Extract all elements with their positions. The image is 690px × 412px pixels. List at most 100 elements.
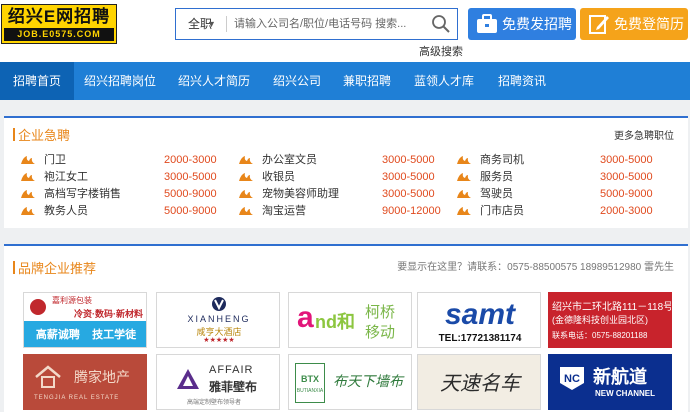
hot-flame-icon: [21, 156, 35, 164]
brand-logo-tengjia[interactable]: 腾家地产 TENGJIA REAL ESTATE: [23, 354, 147, 410]
logo-url: JOB.E0575.COM: [4, 28, 114, 41]
tile-company-name: samt: [444, 298, 516, 331]
job-title[interactable]: 办公室文员: [262, 152, 317, 169]
brand-logo-jindelong[interactable]: 绍兴市二环北路111－118号 (金德隆科技创业园北区) 联系电话：0575-8…: [548, 292, 672, 348]
post-resume-label: 免费登简历: [614, 16, 684, 32]
brand-logo-new-channel[interactable]: NC 新航道 NEW CHANNEL: [548, 354, 672, 410]
urgent-job-row[interactable]: 商务司机 3000-5000: [456, 152, 670, 169]
hot-flame-icon: [21, 190, 35, 198]
job-salary: 3000-5000: [382, 154, 435, 166]
brand-logo-tiansu[interactable]: 天速名车: [417, 354, 541, 410]
hot-flame-icon: [457, 207, 471, 215]
job-title[interactable]: 高档写字楼销售: [44, 186, 121, 203]
logo-text: 绍兴E网招聘: [7, 7, 111, 26]
search-divider: [226, 16, 227, 32]
tile-company-name: 新航道: [593, 367, 647, 387]
briefcase-icon: [477, 14, 497, 33]
nav-bluecollar[interactable]: 蓝领人才库: [402, 62, 486, 100]
tile-phone: 联系电话：0575-88201188: [552, 331, 648, 340]
tile-hiring-text: 高薪诚聘 技工学徒: [24, 321, 146, 347]
job-title[interactable]: 教务人员: [44, 203, 88, 220]
urgent-job-row[interactable]: 驾驶员 5000-9000: [456, 186, 670, 203]
house-icon: [35, 365, 61, 388]
main-nav: 招聘首页 绍兴招聘岗位 绍兴人才简历 绍兴公司 兼职招聘 蓝领人才库 招聘资讯: [0, 62, 690, 100]
nav-home[interactable]: 招聘首页: [0, 62, 74, 100]
urgent-job-row[interactable]: 收银员 3000-5000: [238, 169, 452, 186]
brand-logo-jialiyuan[interactable]: 嘉利源包装 冷资·数码·新材料 高薪诚聘 技工学徒: [23, 292, 147, 348]
edit-icon: [589, 15, 609, 34]
tile-tagline: NEW CHANNEL: [595, 389, 655, 398]
section-marker: [13, 261, 15, 274]
tile-company-name: 布天下墙布: [333, 373, 403, 389]
job-title[interactable]: 驾驶员: [480, 186, 513, 203]
hot-flame-icon: [239, 190, 253, 198]
tile-badge: BTX BUTIANXIA: [295, 363, 325, 403]
urgent-job-row[interactable]: 办公室文员 3000-5000: [238, 152, 452, 169]
section-marker: [13, 128, 15, 141]
job-salary: 3000-5000: [600, 154, 653, 166]
job-title[interactable]: 袍江女工: [44, 169, 88, 186]
job-title[interactable]: 商务司机: [480, 152, 524, 169]
xianheng-mark-icon: [212, 297, 226, 311]
brand-logo-affair[interactable]: AFFAIR 雅菲壁布 高端定制壁布领导者: [156, 354, 280, 410]
svg-text:NC: NC: [564, 373, 580, 385]
urgent-job-row[interactable]: 袍江女工 3000-5000: [20, 169, 234, 186]
page: 绍兴E网招聘 JOB.E0575.COM 全职 ▼ 高级搜索 免费发招聘: [0, 0, 690, 412]
urgent-jobs-panel: 企业急聘 更多急聘职位 门卫 2000-3000 袍江女工 3000-5000 高档写字…: [4, 116, 688, 228]
urgent-job-row[interactable]: 教务人员 5000-9000: [20, 203, 234, 220]
advertise-contact: 要显示在这里？请联系：0575-88500575 18989512980 雷先生: [397, 262, 674, 273]
job-salary: 2000-3000: [600, 205, 653, 217]
urgent-job-row[interactable]: 高档写字楼销售 5000-9000: [20, 186, 234, 203]
hot-flame-icon: [457, 173, 471, 181]
job-salary: 3000-5000: [600, 171, 653, 183]
affair-mark-icon: [177, 369, 199, 389]
advanced-search-link[interactable]: 高级搜索: [419, 43, 463, 59]
job-salary: 5000-9000: [600, 188, 653, 200]
tile-mark-a: a: [297, 301, 314, 334]
hot-flame-icon: [21, 207, 35, 215]
chevron-down-icon: ▼: [207, 19, 216, 29]
tile-company-name-2: 移动: [365, 324, 396, 341]
nav-parttime[interactable]: 兼职招聘: [332, 62, 402, 100]
hot-flame-icon: [239, 156, 253, 164]
job-title[interactable]: 门市店员: [480, 203, 524, 220]
more-urgent-link[interactable]: 更多急聘职位: [614, 127, 674, 142]
nav-companies[interactable]: 绍兴公司: [262, 62, 332, 100]
job-title[interactable]: 宠物美容师助理: [262, 186, 339, 203]
urgent-job-row[interactable]: 宠物美容师助理 3000-5000: [238, 186, 452, 203]
search-icon[interactable]: [431, 14, 451, 34]
brand-logo-butianxia[interactable]: BTX BUTIANXIA 布天下墙布: [288, 354, 412, 410]
header: 绍兴E网招聘 JOB.E0575.COM 全职 ▼ 高级搜索 免费发招聘: [0, 0, 690, 62]
urgent-job-row[interactable]: 淘宝运营 9000-12000: [238, 203, 452, 220]
tile-company-cn: 雅菲壁布: [209, 380, 258, 394]
new-channel-mark-icon: NC: [560, 367, 584, 390]
urgent-job-row[interactable]: 门市店员 2000-3000: [456, 203, 670, 220]
job-title[interactable]: 门卫: [44, 152, 66, 169]
nav-news[interactable]: 招聘资讯: [486, 62, 558, 100]
nav-resumes[interactable]: 绍兴人才简历: [166, 62, 262, 100]
search-box: 全职 ▼: [175, 8, 458, 40]
post-job-button[interactable]: 免费发招聘: [468, 8, 576, 40]
nav-jobs[interactable]: 绍兴招聘岗位: [74, 62, 166, 100]
job-title[interactable]: 收银员: [262, 169, 295, 186]
post-resume-button[interactable]: 免费登简历: [580, 8, 688, 40]
company-mark-icon: [30, 299, 46, 315]
job-salary: 3000-5000: [382, 188, 435, 200]
tile-tagline: TENGJIA REAL ESTATE: [34, 395, 120, 401]
job-title[interactable]: 服务员: [480, 169, 513, 186]
post-job-label: 免费发招聘: [502, 16, 572, 32]
job-salary: 2000-3000: [164, 154, 217, 166]
search-input[interactable]: [234, 13, 424, 35]
stars-icon: ★★★★★: [203, 337, 235, 344]
urgent-title: 企业急聘: [18, 128, 71, 143]
brand-logo-xianheng[interactable]: XIANHENG 咸亨大酒店 ★★★★★: [156, 292, 280, 348]
job-title[interactable]: 淘宝运营: [262, 203, 306, 220]
search-scope-select[interactable]: 全职 ▼: [176, 9, 226, 39]
job-salary: 5000-9000: [164, 188, 217, 200]
site-logo[interactable]: 绍兴E网招聘 JOB.E0575.COM: [1, 4, 117, 44]
brand-logo-samt[interactable]: samt TEL:17721381174: [417, 292, 541, 348]
urgent-job-row[interactable]: 服务员 3000-5000: [456, 169, 670, 186]
hot-flame-icon: [239, 207, 253, 215]
brand-logo-keqiao-mobile[interactable]: a nd和 柯桥 移动: [288, 292, 412, 348]
urgent-job-row[interactable]: 门卫 2000-3000: [20, 152, 234, 169]
